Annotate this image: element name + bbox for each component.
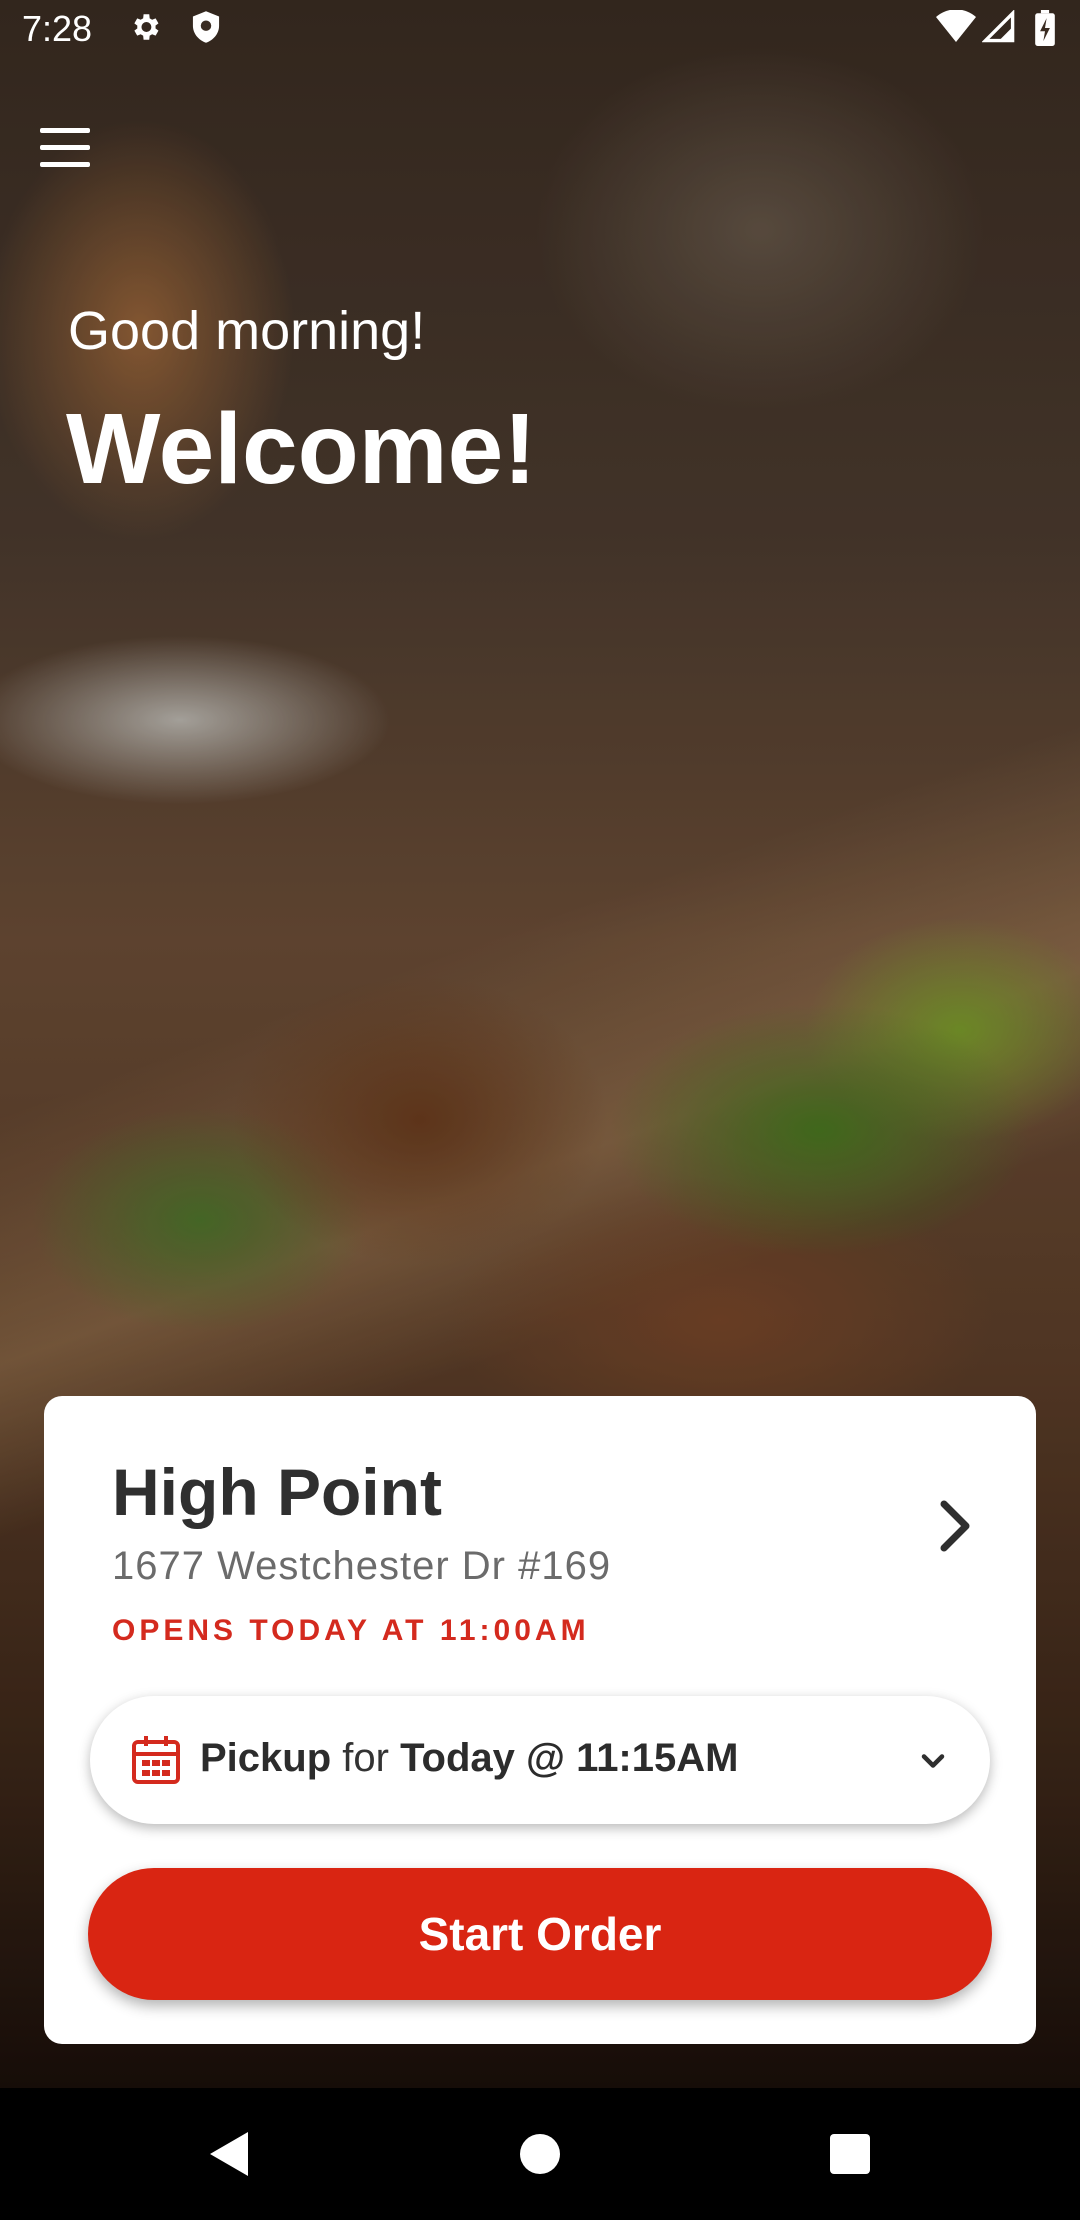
store-hours-status: OPENS TODAY AT 11:00AM xyxy=(112,1614,590,1647)
pickup-connector: for xyxy=(342,1736,389,1780)
recents-icon[interactable] xyxy=(820,2124,880,2184)
back-icon[interactable] xyxy=(200,2124,260,2184)
start-order-button[interactable]: Start Order xyxy=(88,1868,992,2000)
store-card: High Point 1677 Westchester Dr #169 OPEN… xyxy=(44,1396,1036,2044)
welcome-heading: Welcome! xyxy=(66,393,537,505)
pickup-summary: Pickup for Today @ 11:15AM xyxy=(200,1736,738,1781)
pickup-mode: Pickup xyxy=(200,1736,332,1780)
chevron-down-icon xyxy=(918,1746,948,1776)
shield-icon xyxy=(190,10,222,53)
pickup-time: Today @ 11:15AM xyxy=(400,1736,739,1780)
home-icon[interactable] xyxy=(510,2124,570,2184)
signal-icon xyxy=(981,9,1016,53)
store-address: 1677 Westchester Dr #169 xyxy=(112,1544,612,1588)
wifi-icon xyxy=(936,9,976,53)
system-navigation-bar xyxy=(0,2088,1080,2220)
status-bar: 7:28 xyxy=(0,0,1080,64)
pickup-time-selector[interactable]: Pickup for Today @ 11:15AM xyxy=(90,1696,990,1824)
hamburger-menu-icon[interactable] xyxy=(40,128,90,172)
store-name[interactable]: High Point xyxy=(112,1454,442,1530)
battery-icon xyxy=(1034,10,1056,55)
settings-gear-icon xyxy=(128,10,162,53)
calendar-icon xyxy=(130,1734,182,1786)
chevron-right-icon[interactable] xyxy=(934,1496,974,1556)
greeting-text: Good morning! xyxy=(68,301,426,361)
status-time: 7:28 xyxy=(22,8,93,49)
